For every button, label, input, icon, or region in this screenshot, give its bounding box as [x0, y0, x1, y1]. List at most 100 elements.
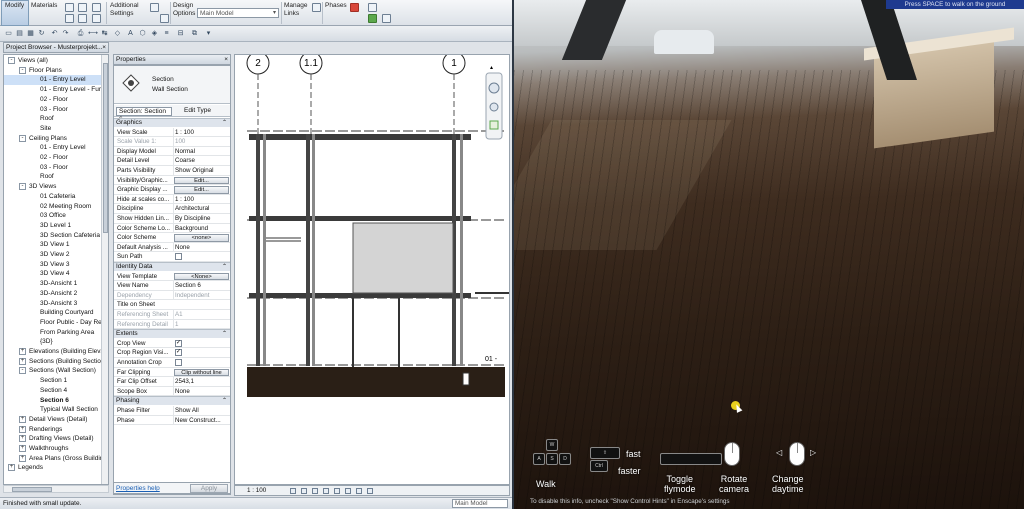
project-browser-item[interactable]: 3D View 2 [4, 250, 102, 260]
project-browser-item[interactable]: - Views (all) [4, 56, 102, 66]
property-value[interactable]: Coarse [173, 156, 230, 166]
project-browser-item[interactable]: 01 - Entry Level [4, 143, 102, 153]
sync-icon[interactable]: ↻ [37, 29, 46, 38]
column[interactable] [256, 134, 260, 366]
floor-slab[interactable] [249, 293, 471, 298]
collapse-icon[interactable]: - [19, 134, 26, 142]
apply-button[interactable]: Apply [190, 484, 228, 493]
column[interactable] [312, 134, 315, 366]
section-view-canvas[interactable]: 2 1.1 1 01 - ▴ [234, 54, 510, 485]
view-scale[interactable]: 1 : 100 [247, 486, 266, 495]
expand-icon[interactable]: + [19, 454, 26, 462]
project-info-icon[interactable] [92, 3, 101, 12]
project-browser-item[interactable]: 3D Section Cafeteria [4, 231, 102, 241]
project-browser-item[interactable]: 3D View 1 [4, 240, 102, 250]
project-browser-item[interactable]: 02 Meeting Room [4, 202, 102, 212]
project-browser-item[interactable]: 03 Office [4, 211, 102, 221]
property-value[interactable]: Normal [173, 146, 230, 156]
macro-security-icon[interactable] [368, 14, 377, 23]
property-value[interactable]: Section 6 [173, 281, 230, 291]
project-browser-item[interactable]: {3D} [4, 337, 102, 347]
property-value[interactable]: Show Original [173, 166, 230, 175]
phases-button[interactable]: Phases [325, 2, 347, 9]
design-options-button[interactable]: Design Options [173, 2, 199, 18]
column[interactable] [306, 134, 310, 366]
property-group-header[interactable]: Extents ⌃ [114, 329, 230, 339]
project-browser-hscrollbar[interactable] [3, 485, 109, 493]
project-browser-item[interactable]: 3D View 4 [4, 269, 102, 279]
transfer-standards-icon[interactable] [78, 14, 87, 23]
collapse-icon[interactable]: ⌃ [222, 397, 227, 405]
open-icon[interactable]: ▤ [15, 29, 24, 38]
tag-icon[interactable]: ◇ [113, 29, 122, 38]
project-browser-item[interactable]: 03 - Floor [4, 105, 102, 115]
property-checkbox[interactable] [175, 253, 182, 261]
project-browser-item[interactable]: Site [4, 124, 102, 134]
scrollbar-thumb[interactable] [103, 63, 108, 233]
property-checkbox[interactable]: ✓ [175, 349, 182, 357]
project-browser-item[interactable]: - Sections (Wall Section) [4, 366, 102, 376]
project-browser-item[interactable]: 01 Cafeteria [4, 192, 102, 202]
macro-icon[interactable] [368, 3, 377, 12]
customize-icon[interactable]: ▾ [204, 29, 213, 38]
property-group-header[interactable]: Phasing ⌃ [114, 396, 230, 406]
wall-panel[interactable] [352, 222, 454, 294]
visual-style-icon[interactable] [301, 488, 307, 494]
property-group-header[interactable]: Graphics ⌃ [114, 118, 230, 127]
property-group-header[interactable]: Identity Data ⌃ [114, 262, 230, 271]
project-browser-item[interactable]: 3D-Ansicht 1 [4, 279, 102, 289]
collapse-icon[interactable]: ⌃ [222, 119, 227, 127]
zoom-icon[interactable] [489, 102, 499, 112]
temp-hide-icon[interactable] [356, 488, 362, 494]
project-browser-item[interactable]: - Ceiling Plans [4, 134, 102, 144]
project-browser-item[interactable]: 02 - Floor [4, 153, 102, 163]
project-browser-scrollbar[interactable] [101, 55, 108, 484]
project-browser-item[interactable]: 01 - Entry Level - Furn [4, 85, 105, 95]
floor-slab[interactable] [249, 216, 471, 221]
switch-windows-icon[interactable]: ⧉ [190, 29, 199, 38]
dimension-icon[interactable]: ↹ [100, 29, 109, 38]
close-hidden-icon[interactable]: ⊟ [176, 29, 185, 38]
property-value[interactable]: Architectural [173, 204, 230, 214]
show-crop-icon[interactable] [345, 488, 351, 494]
location-icon[interactable] [150, 3, 159, 12]
property-button[interactable]: Edit... [174, 186, 229, 194]
project-browser-item[interactable]: 02 - Floor [4, 95, 102, 105]
project-params-icon[interactable] [65, 14, 74, 23]
property-value[interactable]: 1 : 100 [173, 194, 230, 204]
property-value[interactable]: New Construct... [173, 415, 230, 425]
project-browser-item[interactable]: Typical Wall Section [4, 405, 102, 415]
project-browser-item[interactable]: 01 - Entry Level [4, 75, 102, 86]
scrollbar-thumb[interactable] [12, 487, 52, 492]
collapse-icon[interactable]: - [8, 57, 15, 64]
project-browser-item[interactable]: Building Courtyard [4, 308, 102, 318]
column[interactable] [263, 134, 266, 366]
steering-wheel-icon[interactable] [488, 82, 500, 94]
project-browser-item[interactable]: 3D Level 1 [4, 221, 102, 231]
expand-icon[interactable]: + [8, 464, 15, 472]
redo-icon[interactable]: ↷ [61, 29, 70, 38]
expand-icon[interactable]: + [19, 435, 26, 443]
expand-icon[interactable]: + [19, 425, 26, 433]
project-browser-item[interactable]: Section 1 [4, 376, 102, 386]
thin-lines-icon[interactable]: ≡ [162, 29, 171, 38]
project-browser-item[interactable]: - Floor Plans [4, 66, 102, 76]
crop-view-icon[interactable] [334, 488, 340, 494]
text-icon[interactable]: A [126, 29, 135, 38]
project-browser-item[interactable]: + Renderings [4, 425, 102, 435]
collapse-icon[interactable]: - [19, 367, 26, 375]
collapse-icon[interactable]: ⌃ [222, 330, 227, 338]
snaps-icon[interactable] [78, 3, 87, 12]
enscape-render-view[interactable]: Press SPACE to walk on the ground W A S … [514, 0, 1024, 509]
reveal-hidden-icon[interactable] [367, 488, 373, 494]
close-icon[interactable]: × [224, 55, 228, 65]
project-browser-item[interactable]: 3D View 3 [4, 260, 102, 270]
link-icon[interactable] [312, 3, 321, 12]
project-browser-item[interactable]: Section 6 [4, 396, 102, 406]
property-checkbox[interactable] [175, 359, 182, 366]
project-browser-item[interactable]: + Drafting Views (Detail) [4, 434, 102, 444]
shadows-icon[interactable] [323, 488, 329, 494]
column[interactable] [460, 134, 463, 366]
property-checkbox[interactable]: ✓ [175, 339, 182, 347]
sun-path-icon[interactable] [312, 488, 318, 494]
